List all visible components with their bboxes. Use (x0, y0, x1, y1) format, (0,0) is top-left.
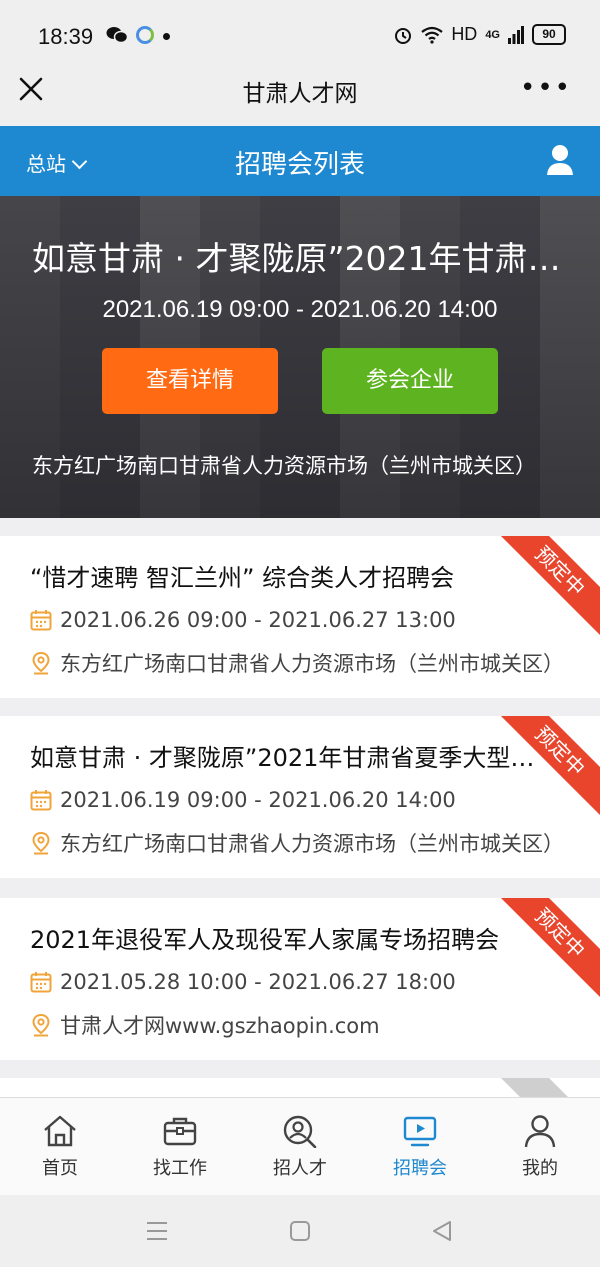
status-time: 18:39 (38, 24, 94, 49)
wechat-icon (106, 27, 128, 44)
nav-find-talent[interactable]: 招人才 (240, 1098, 360, 1196)
nav-label: 首页 (42, 1158, 78, 1179)
banner-date: 2021.06.19 09:00 - 2021.06.20 14:00 (102, 296, 498, 323)
banner-title: 如意甘肃 · 才聚陇原”2021年甘肃省夏季大型综合类人才招聘会 (32, 239, 572, 278)
fair-date: 2021.06.19 09:00 - 2021.06.20 14:00 (60, 788, 456, 813)
home-square-icon[interactable] (288, 1219, 312, 1243)
search-person-icon (283, 1115, 317, 1148)
nav-label: 招聘会 (393, 1158, 447, 1179)
fair-title: 如意甘肃 · 才聚陇原”2021年甘肃省夏季大型综合类人才招聘会 (30, 744, 550, 772)
fair-card[interactable]: 2021年退役军人及现役军人家属专场招聘会 2021.05.28 10:00 -… (0, 898, 600, 1060)
signal-icon (508, 25, 524, 44)
menu-icon[interactable] (145, 1220, 169, 1242)
system-navigation-bar (0, 1195, 600, 1267)
user-icon (524, 1115, 556, 1148)
fair-date-row: 2021.06.19 09:00 - 2021.06.20 14:00 (30, 788, 456, 812)
network-type: HD (451, 24, 478, 44)
user-icon[interactable] (546, 144, 574, 176)
fair-date-row: 2021.06.26 09:00 - 2021.06.27 13:00 (30, 608, 456, 632)
page-title: 甘肃人才网 (242, 81, 358, 107)
fair-card-partial[interactable] (0, 1078, 600, 1097)
fair-location: 甘肃人才网www.gszhaopin.com (60, 1014, 380, 1038)
fair-date-row: 2021.05.28 10:00 - 2021.06.27 18:00 (30, 970, 456, 994)
more-options-button[interactable]: ••• (520, 75, 572, 101)
nav-label: 招人才 (273, 1158, 327, 1179)
fair-title: “惜才速聘 智汇兰州” 综合类人才招聘会 (30, 564, 455, 592)
location-pin-icon (32, 1013, 50, 1037)
fair-card[interactable]: 如意甘肃 · 才聚陇原”2021年甘肃省夏季大型综合类人才招聘会 2021.06… (0, 716, 600, 878)
webview-title-bar: 甘肃人才网 ••• (0, 72, 600, 126)
site-header: 总站 招聘会列表 (0, 126, 600, 196)
header-title: 招聘会列表 (234, 150, 365, 180)
back-triangle-icon[interactable] (430, 1219, 454, 1243)
briefcase-icon (163, 1117, 197, 1146)
wifi-icon (421, 26, 443, 44)
fair-title: 2021年退役军人及现役军人家属专场招聘会 (30, 926, 500, 954)
fair-location-row: 东方红广场南口甘肃省人力资源市场（兰州市城关区） (30, 648, 564, 678)
signal-4g-label: 4G (485, 28, 500, 41)
home-icon (44, 1115, 76, 1147)
status-indicators: HD 4G 90 (393, 24, 566, 45)
fair-location-row: 甘肃人才网www.gszhaopin.com (30, 1010, 380, 1040)
participating-companies-button[interactable]: 参会企业 (322, 348, 498, 414)
view-details-button[interactable]: 查看详情 (102, 348, 278, 414)
nav-home[interactable]: 首页 (0, 1098, 120, 1196)
app-notification-icon (136, 26, 154, 44)
fair-location-row: 东方红广场南口甘肃省人力资源市场（兰州市城关区） (30, 828, 564, 858)
bottom-nav: 首页 找工作 招人才 招聘会 我的 (0, 1097, 600, 1196)
location-pin-icon (32, 651, 50, 675)
fair-date: 2021.05.28 10:00 - 2021.06.27 18:00 (60, 970, 456, 995)
status-ribbon-partial (491, 1078, 600, 1097)
featured-fair-banner[interactable]: 如意甘肃 · 才聚陇原”2021年甘肃省夏季大型综合类人才招聘会 2021.06… (0, 196, 600, 518)
calendar-icon (30, 972, 52, 993)
nav-find-job[interactable]: 找工作 (120, 1098, 240, 1196)
more-notifications-dot (163, 33, 170, 40)
battery-icon: 90 (532, 24, 566, 45)
status-bar: 18:39 HD 4G 90 (0, 0, 600, 72)
nav-mine[interactable]: 我的 (480, 1098, 600, 1196)
screen-play-icon (403, 1116, 437, 1147)
banner-address: 东方红广场南口甘肃省人力资源市场（兰州市城关区） (32, 454, 536, 478)
location-pin-icon (32, 831, 50, 855)
fair-location: 东方红广场南口甘肃省人力资源市场（兰州市城关区） (60, 652, 564, 676)
fair-card[interactable]: “惜才速聘 智汇兰州” 综合类人才招聘会 2021.06.26 09:00 - … (0, 536, 600, 698)
calendar-icon (30, 790, 52, 811)
nav-label: 找工作 (153, 1158, 207, 1179)
nav-job-fair[interactable]: 招聘会 (360, 1098, 480, 1196)
fair-date: 2021.06.26 09:00 - 2021.06.27 13:00 (60, 608, 456, 633)
nav-label: 我的 (522, 1158, 558, 1179)
calendar-icon (30, 610, 52, 631)
fair-location: 东方红广场南口甘肃省人力资源市场（兰州市城关区） (60, 832, 564, 856)
alarm-icon (395, 27, 412, 44)
